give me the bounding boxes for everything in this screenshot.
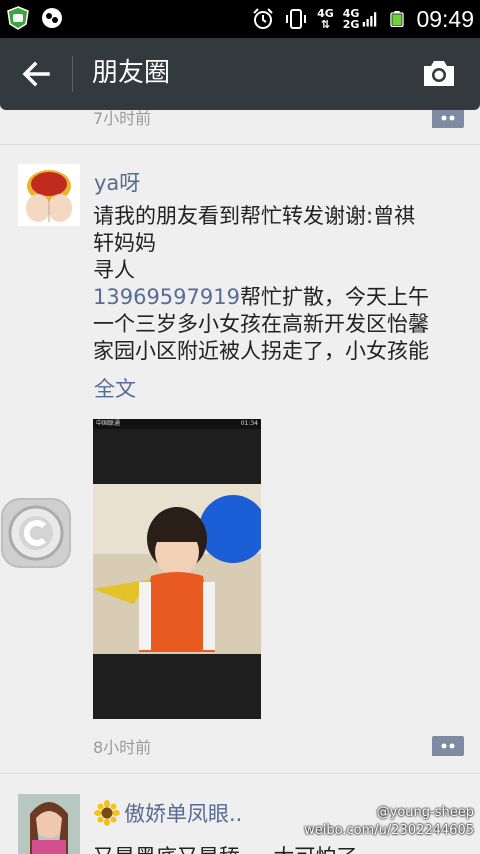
floating-assistant-button[interactable] [0,497,72,569]
post-text-line: 13969597919帮忙扩散，今天上午 [93,285,429,309]
poster-name[interactable]: ya呀 [94,167,140,197]
avatar[interactable] [18,164,80,226]
battery-icon [390,11,405,27]
post-text-line: 家园小区附近被人拐走了，小女孩能 [93,339,429,363]
alarm-icon [253,8,273,29]
avatar[interactable] [18,794,80,854]
post-photo[interactable]: 中国联通 01:34 [93,419,261,719]
clock: 09:49 [416,5,474,32]
photo-status-bar: 中国联通 01:34 [93,419,261,429]
post-text-line: 请我的朋友看到帮忙转发谢谢:曾祺 [93,204,416,228]
sunflower-icon [94,800,120,826]
status-bar: 4G ⇅ 4G 2G 09:49 [0,0,480,38]
action-bar: 朋友圈 [0,38,480,110]
page-title: 朋友圈 [92,58,171,88]
post-text-line: 一个三岁多小女孩在高新开发区怡馨 [93,312,429,336]
poster-name[interactable]: 傲娇单凤眼.. [124,798,242,828]
comment-icon[interactable] [432,110,464,128]
signal-bars-icon [363,12,377,27]
post-time: 8小时前 [93,738,152,757]
post-text: 请我的朋友看到帮忙转发谢谢:曾祺 轩妈妈 寻人 13969597919帮忙扩散，… [93,203,465,365]
full-text-link[interactable]: 全文 [94,373,136,403]
wechat-notification-icon [42,8,62,28]
network-4g-indicator: 4G ⇅ [317,7,334,31]
phone-number-link[interactable]: 13969597919 [93,285,240,309]
avatar-image [18,164,80,226]
avatar-image [18,794,80,854]
vibrate-icon [286,9,307,29]
header-divider [72,56,73,92]
poster-name-row: 傲娇单凤眼.. [94,798,242,828]
moments-feed[interactable]: 7小时前 ya呀 请我的朋友看到帮忙转发谢谢:曾祺 轩妈妈 寻人 1396959… [0,110,480,854]
previous-post-footer: 7小时前 [0,110,480,145]
comment-icon[interactable] [432,736,464,756]
post-time: 7小时前 [93,110,152,128]
back-arrow-icon[interactable] [18,56,54,92]
post-text-line: 轩妈妈 [93,231,156,255]
network-signal-indicator: 4G 2G [342,7,360,31]
post-text-line: 寻人 [93,258,135,282]
moment-post: ya呀 请我的朋友看到帮忙转发谢谢:曾祺 轩妈妈 寻人 13969597919帮… [0,145,480,774]
weibo-watermark: @young-sheep weibo.com/u/2302244605 [304,805,474,838]
child-photo [93,484,261,654]
camera-icon[interactable] [422,58,456,88]
app-shield-icon [7,6,29,30]
